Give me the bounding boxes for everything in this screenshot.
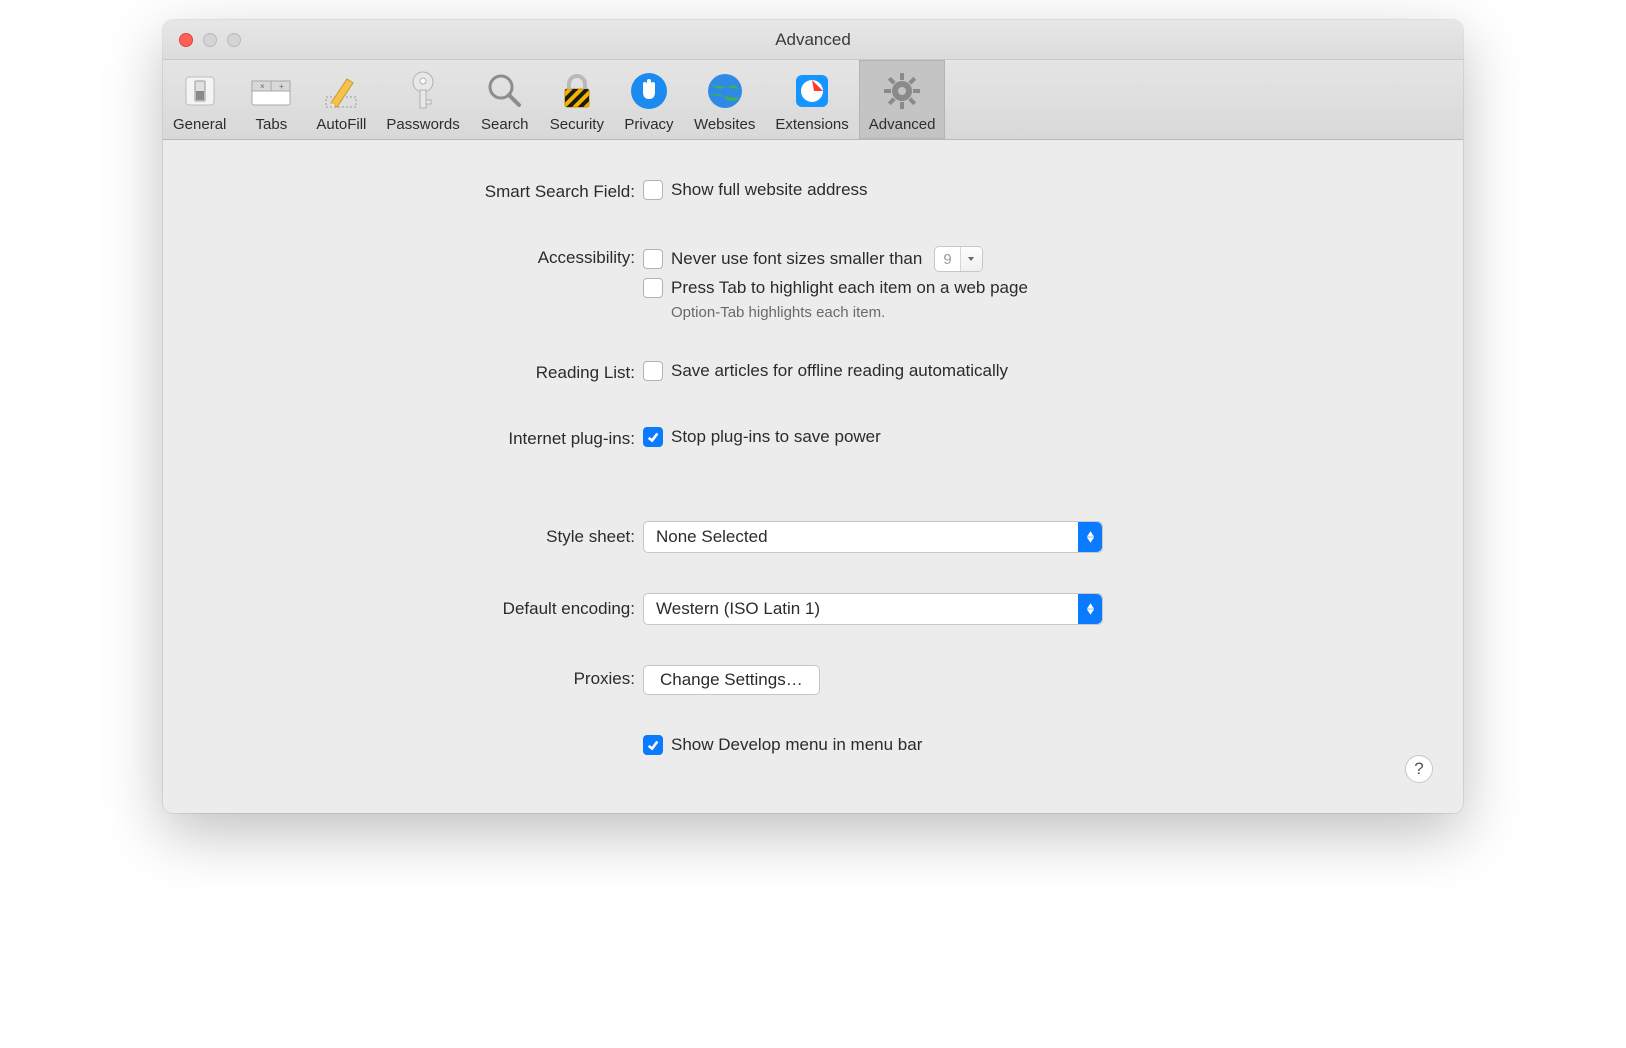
tabs-icon: ×+ [249,68,293,114]
toolbar: General ×+ Tabs AutoFill Passwords Searc… [163,60,1463,140]
chevron-down-icon[interactable] [960,247,982,271]
titlebar: Advanced [163,20,1463,60]
save-offline-label: Save articles for offline reading automa… [671,361,1008,381]
hand-icon [629,68,669,114]
show-full-address-label: Show full website address [671,180,868,200]
tab-label: Privacy [624,116,673,133]
lock-icon [557,68,597,114]
tab-websites[interactable]: Websites [684,60,765,139]
switch-icon [182,68,218,114]
style-sheet-value: None Selected [656,527,768,547]
show-full-address-checkbox[interactable] [643,180,663,200]
pencil-icon [321,68,361,114]
smart-search-label: Smart Search Field: [203,180,643,202]
tab-tabs[interactable]: ×+ Tabs [236,60,306,139]
change-settings-label: Change Settings… [660,670,803,690]
svg-text:×: × [260,82,265,91]
min-font-size-label: Never use font sizes smaller than [671,249,922,269]
change-settings-button[interactable]: Change Settings… [643,665,820,695]
updown-arrows-icon [1078,594,1102,624]
tab-passwords[interactable]: Passwords [376,60,469,139]
tab-autofill[interactable]: AutoFill [306,60,376,139]
min-font-size-checkbox[interactable] [643,249,663,269]
proxies-label: Proxies: [203,665,643,689]
show-develop-menu-checkbox[interactable] [643,735,663,755]
tab-advanced[interactable]: Advanced [859,60,946,139]
press-tab-checkbox[interactable] [643,278,663,298]
tab-label: Websites [694,116,755,133]
reading-list-label: Reading List: [203,361,643,383]
min-font-size-stepper[interactable]: 9 [934,246,982,272]
svg-text:+: + [279,82,284,91]
tab-label: Advanced [869,116,936,133]
tab-search[interactable]: Search [470,60,540,139]
tab-privacy[interactable]: Privacy [614,60,684,139]
key-icon [405,68,441,114]
tab-label: Search [481,116,529,133]
content-area: Smart Search Field: Show full website ad… [163,140,1463,813]
tab-security[interactable]: Security [540,60,614,139]
gear-icon [881,68,923,114]
tab-extensions[interactable]: Extensions [765,60,858,139]
tab-general[interactable]: General [163,60,236,139]
encoding-value: Western (ISO Latin 1) [656,599,820,619]
style-sheet-label: Style sheet: [203,521,643,547]
tab-label: Passwords [386,116,459,133]
style-sheet-popup[interactable]: None Selected [643,521,1103,553]
tab-label: Tabs [256,116,288,133]
show-develop-menu-label: Show Develop menu in menu bar [671,735,922,755]
tab-label: General [173,116,226,133]
encoding-popup[interactable]: Western (ISO Latin 1) [643,593,1103,625]
stop-plugins-checkbox[interactable] [643,427,663,447]
window-title: Advanced [163,30,1463,50]
preferences-window: Advanced General ×+ Tabs AutoFill Pa [163,20,1463,813]
tab-label: Extensions [775,116,848,133]
help-label: ? [1414,759,1423,779]
save-offline-checkbox[interactable] [643,361,663,381]
tab-label: AutoFill [316,116,366,133]
updown-arrows-icon [1078,522,1102,552]
puzzle-icon [792,68,832,114]
help-button[interactable]: ? [1405,755,1433,783]
min-font-size-value: 9 [935,251,959,268]
accessibility-hint: Option-Tab highlights each item. [671,304,1423,321]
globe-icon [705,68,745,114]
encoding-label: Default encoding: [203,593,643,619]
accessibility-label: Accessibility: [203,246,643,268]
press-tab-label: Press Tab to highlight each item on a we… [671,278,1028,298]
magnifier-icon [485,68,525,114]
tab-label: Security [550,116,604,133]
plugins-label: Internet plug-ins: [203,427,643,449]
stop-plugins-label: Stop plug-ins to save power [671,427,881,447]
